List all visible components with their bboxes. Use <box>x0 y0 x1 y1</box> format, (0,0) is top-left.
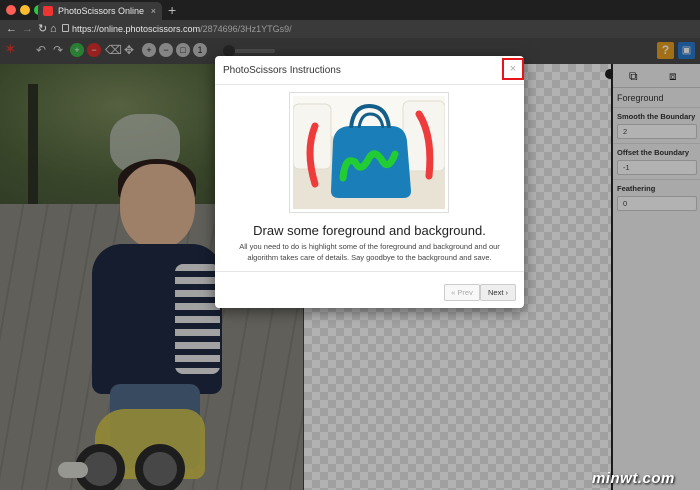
address-bar[interactable]: https://online.photoscissors.com/2874696… <box>72 22 692 36</box>
browser-tab-bar: PhotoScissors Online × + <box>0 0 700 20</box>
prev-button[interactable]: « Prev <box>444 284 480 301</box>
tab-title: PhotoScissors Online <box>58 6 145 16</box>
dialog-title: PhotoScissors Instructions <box>223 65 341 76</box>
forward-icon[interactable]: → <box>22 20 33 38</box>
browser-tab[interactable]: PhotoScissors Online × <box>38 2 162 20</box>
url-path: /2874696/3Hz1YTGs9/ <box>200 24 292 34</box>
dialog-description: All you need to do is highlight some of … <box>239 242 500 262</box>
dialog-heading: Draw some foreground and background. <box>253 223 486 238</box>
close-icon[interactable]: × <box>502 58 524 80</box>
watermark: minwt.com <box>592 470 675 487</box>
new-tab-button[interactable]: + <box>168 1 176 19</box>
instructions-dialog: PhotoScissors Instructions × Draw some f… <box>215 56 524 308</box>
close-window-icon[interactable] <box>6 5 16 15</box>
home-icon[interactable]: ⌂ <box>50 20 57 38</box>
back-icon[interactable]: ← <box>6 20 17 38</box>
next-button[interactable]: Next › <box>480 284 516 301</box>
favicon-icon <box>43 6 53 16</box>
reload-icon[interactable]: ↻ <box>38 20 47 38</box>
lock-icon <box>62 24 69 32</box>
minimize-window-icon[interactable] <box>20 5 30 15</box>
browser-nav-bar: ← → ↻ ⌂ https://online.photoscissors.com… <box>0 20 700 38</box>
tab-close-icon[interactable]: × <box>151 2 156 20</box>
instruction-illustration <box>289 92 449 213</box>
url-host: https://online.photoscissors.com <box>72 24 201 34</box>
